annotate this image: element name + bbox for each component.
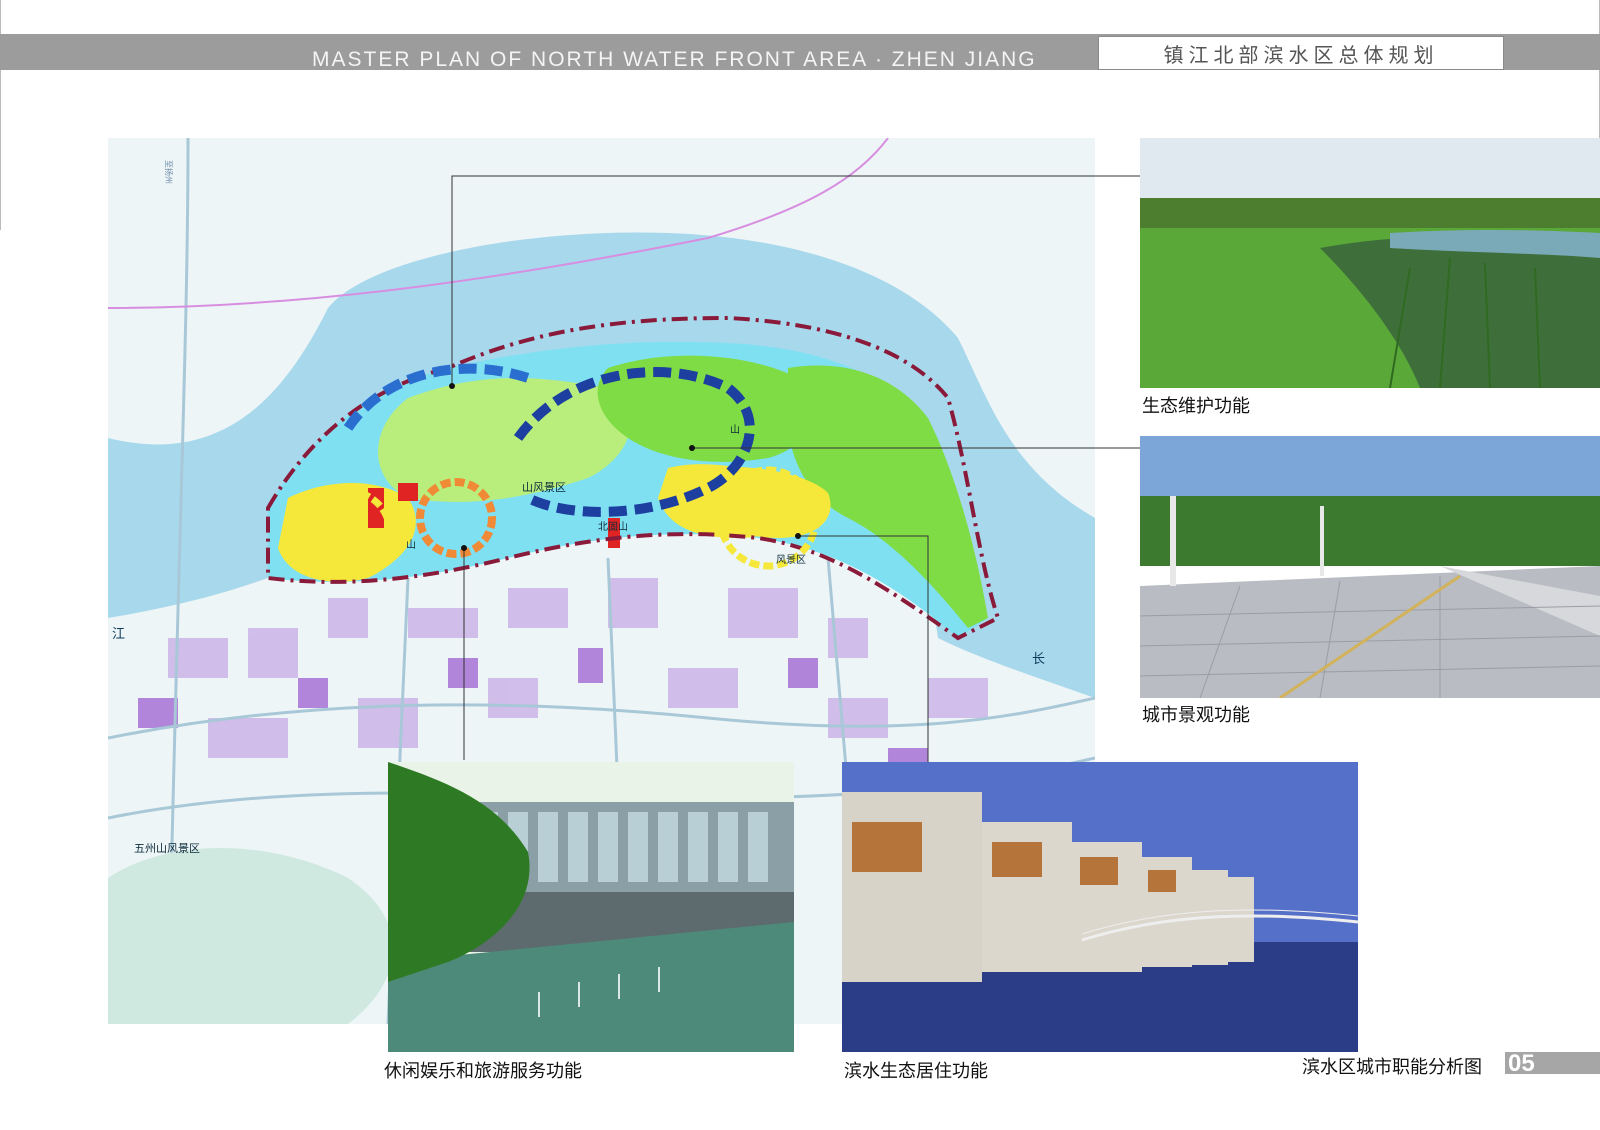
photo-leisure [388, 762, 794, 1052]
leisure-scene [388, 762, 794, 1052]
landscape-scene [1140, 436, 1600, 698]
leader-dot-living [795, 533, 801, 539]
leader-dot-leisure [461, 545, 467, 551]
leader-dot-landscape [689, 445, 695, 451]
photo-ecology [1140, 138, 1600, 388]
caption-ecology: 生态维护功能 [1142, 396, 1250, 417]
photo-living [842, 762, 1358, 1052]
caption-leisure: 休闲娱乐和旅游服务功能 [384, 1061, 582, 1082]
caption-living: 滨水生态居住功能 [844, 1061, 988, 1082]
ecology-scene [1140, 138, 1600, 388]
page-number: 05 [1508, 1050, 1535, 1077]
caption-landscape: 城市景观功能 [1142, 705, 1250, 726]
photo-landscape [1140, 436, 1600, 698]
leader-line-living [798, 535, 929, 800]
living-scene [842, 762, 1358, 1052]
leader-line-ecology [451, 175, 1182, 386]
leader-dot-ecology [449, 383, 455, 389]
footer-title: 滨水区城市职能分析图 [1302, 1057, 1482, 1078]
